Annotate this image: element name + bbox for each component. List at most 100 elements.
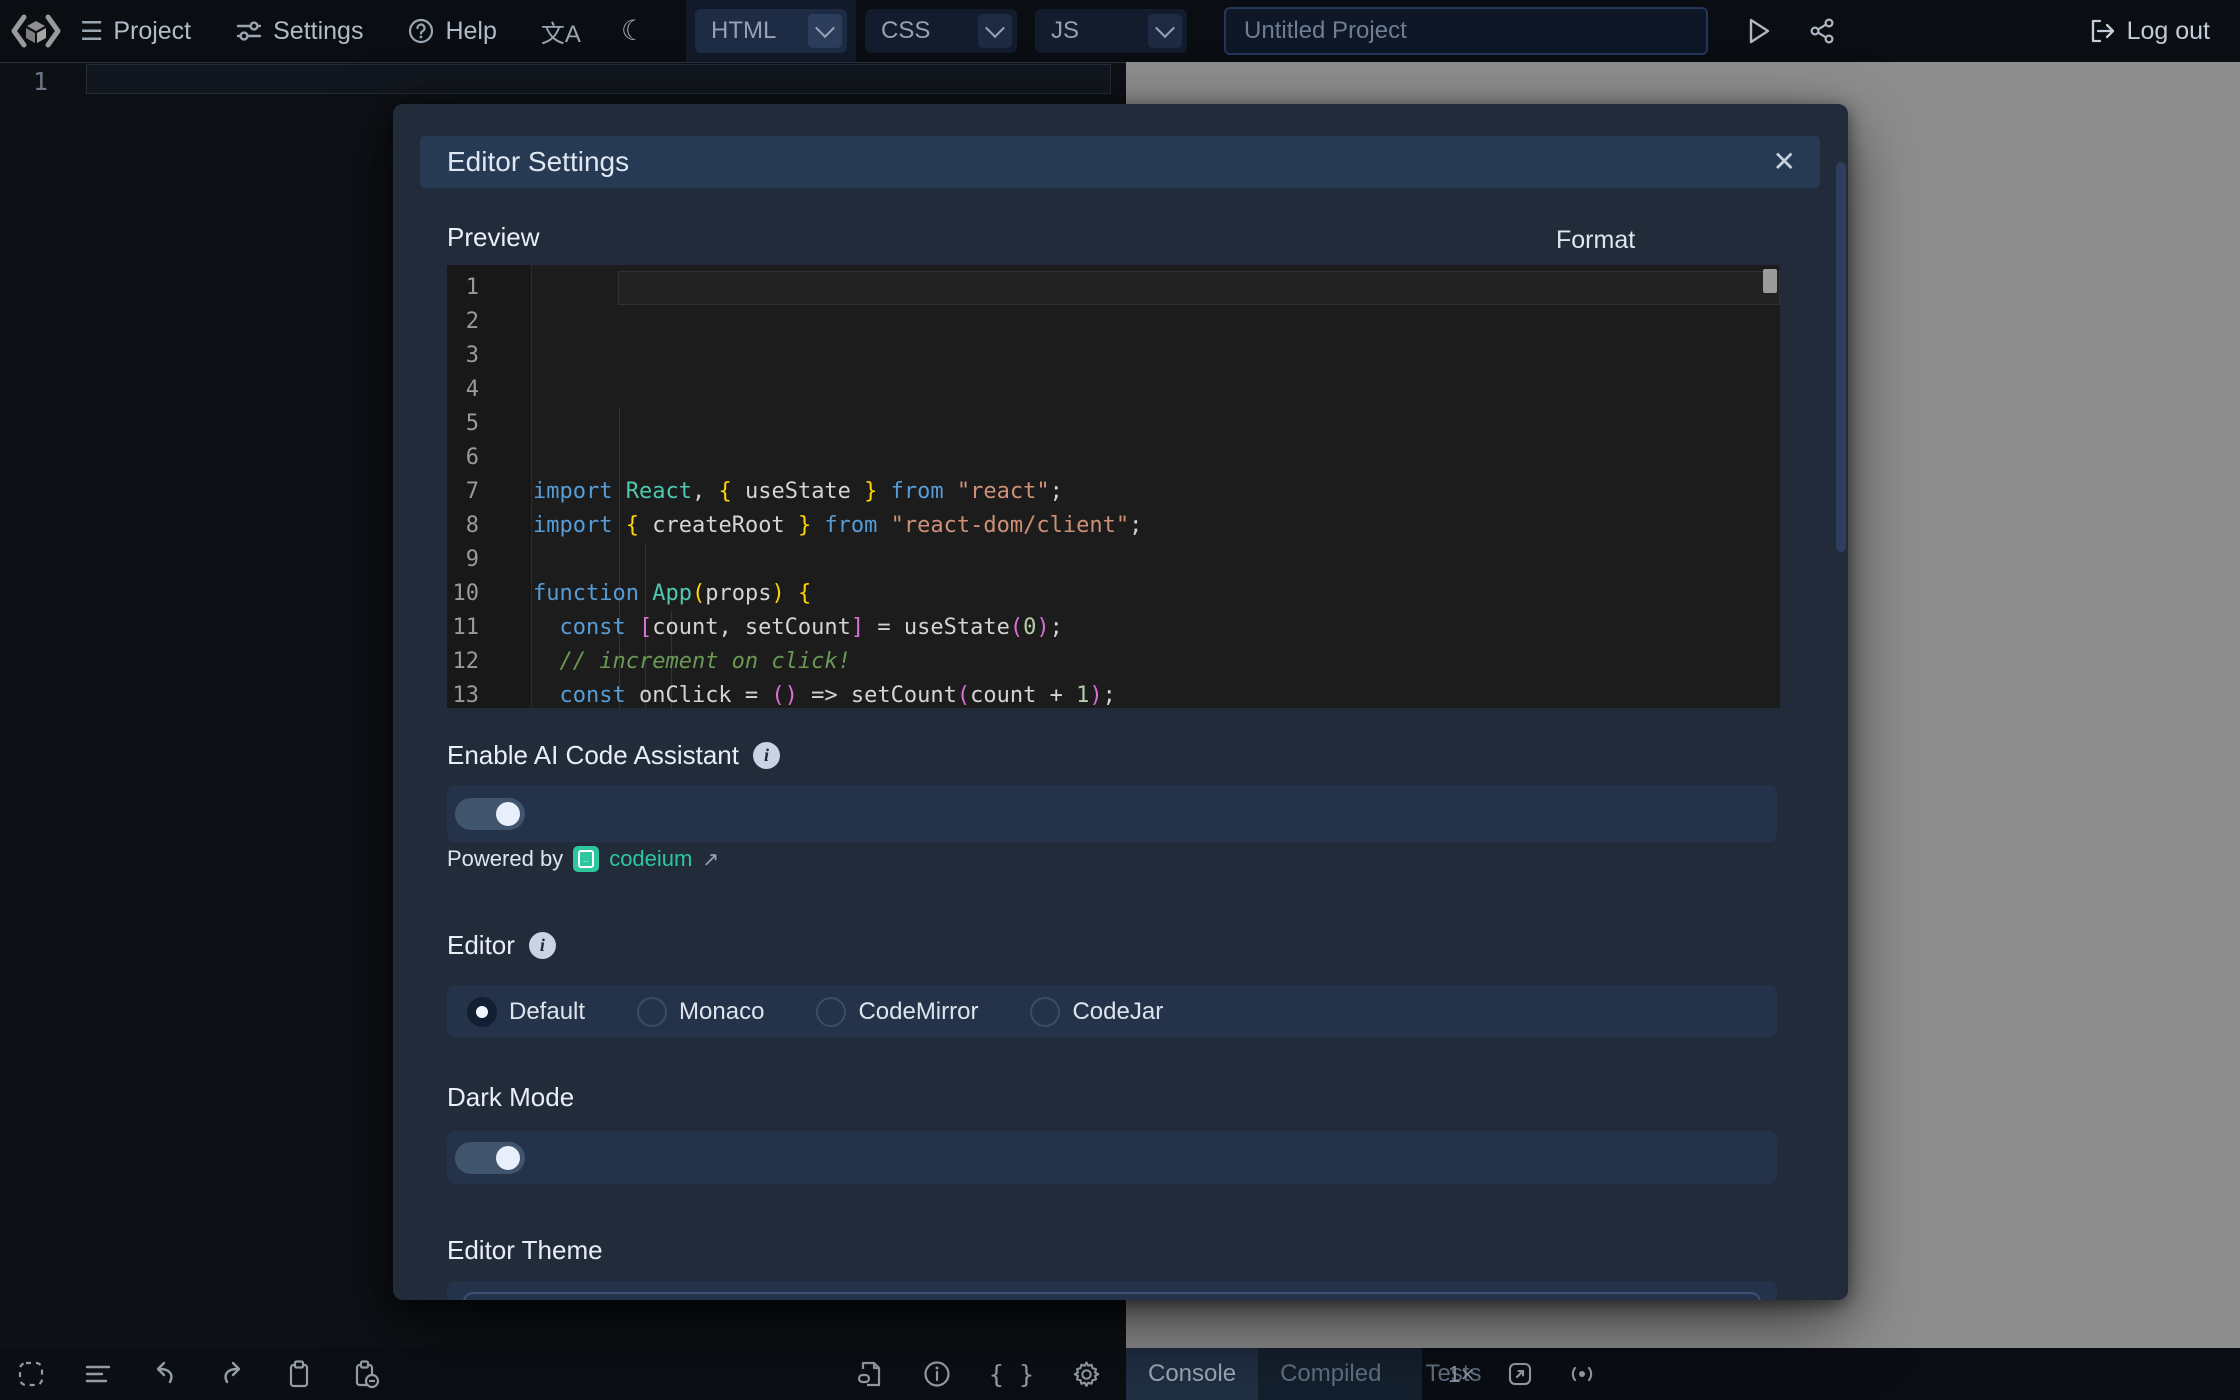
settings-menu[interactable]: Settings <box>235 17 363 46</box>
help-menu[interactable]: Help <box>407 17 496 46</box>
logout-icon <box>2089 18 2115 44</box>
tab-compiled[interactable]: Compiled <box>1258 1348 1403 1400</box>
code-line-numbers: 12345678910111213 <box>447 265 532 708</box>
radio-default[interactable]: Default <box>467 997 585 1027</box>
info-icon[interactable] <box>922 1359 952 1389</box>
code-line: const [count, setCount] = useState(0); <box>533 611 1780 645</box>
radio-monaco[interactable]: Monaco <box>637 997 764 1027</box>
format-button[interactable]: Format <box>1556 226 1635 255</box>
info-icon[interactable]: i <box>529 932 556 959</box>
braces-icon[interactable]: { } <box>989 1360 1034 1389</box>
help-menu-label: Help <box>445 17 496 46</box>
external-link-arrow-icon: ↗ <box>702 847 719 872</box>
html-tab: HTML <box>686 0 856 62</box>
chevron-down-icon[interactable] <box>808 14 842 48</box>
chevron-down-icon[interactable] <box>978 14 1012 48</box>
css-select[interactable]: CSS <box>865 9 1017 53</box>
editor-theme-select[interactable] <box>463 1292 1761 1300</box>
undo-icon[interactable] <box>150 1359 180 1389</box>
open-in-new-window-icon[interactable] <box>1506 1360 1534 1388</box>
dark-mode-row <box>447 1131 1777 1184</box>
redo-icon[interactable] <box>217 1359 247 1389</box>
project-name-input[interactable] <box>1224 7 1708 55</box>
powered-by-label: Powered by <box>447 846 563 872</box>
editor-theme-label: Editor Theme <box>447 1235 603 1266</box>
ai-assistant-toggle[interactable] <box>455 798 525 830</box>
format-code-icon[interactable] <box>83 1359 113 1389</box>
powered-by-row: Powered by ‥ codeium ↗ <box>447 846 719 872</box>
js-select[interactable]: JS <box>1035 9 1187 53</box>
radio-circle <box>1030 997 1060 1027</box>
radio-codemirror[interactable]: CodeMirror <box>816 997 978 1027</box>
code-text: import React, { useState } from "react";… <box>533 475 1780 708</box>
info-icon[interactable]: i <box>753 742 780 769</box>
code-preview[interactable]: 12345678910111213 import React, { useSta… <box>447 265 1780 708</box>
editor-theme-row <box>447 1281 1777 1300</box>
preview-section-label: Preview <box>447 222 539 253</box>
toggle-knob <box>496 802 520 826</box>
radio-circle <box>467 997 497 1027</box>
dark-mode-toggle[interactable] <box>455 1142 525 1174</box>
share-icon[interactable] <box>1808 17 1836 45</box>
code-line: import { createRoot } from "react-dom/cl… <box>533 509 1780 543</box>
html-select-value: HTML <box>711 17 776 45</box>
paste-icon[interactable] <box>351 1359 381 1389</box>
code-line: function App(props) { <box>533 577 1780 611</box>
console-toolbar: Console Compiled Tests 1× <box>1126 1348 2240 1400</box>
chevron-down-icon[interactable] <box>1148 14 1182 48</box>
live-broadcast-icon[interactable] <box>1566 1360 1598 1388</box>
moon-icon: ☾ <box>621 17 646 45</box>
editor-options-row: Default Monaco CodeMirror CodeJar <box>447 985 1777 1038</box>
tab-console[interactable]: Console <box>1126 1348 1258 1400</box>
translate-icon: 文A <box>541 14 581 49</box>
code-content: import React, { useState } from "react";… <box>532 265 1780 708</box>
modal-scrollbar-thumb[interactable] <box>1836 162 1846 552</box>
bottom-toolbar: { } Console Compiled Tests 1× <box>0 1348 2240 1400</box>
codeium-logo-icon: ‥ <box>573 846 599 872</box>
ai-assistant-label: Enable AI Code Assistant <box>447 740 739 771</box>
editor-settings-modal: Editor Settings ✕ Preview Format 1234567… <box>393 104 1848 1300</box>
console-tabs: Console Compiled Tests <box>1126 1348 1422 1400</box>
logout-label: Log out <box>2127 17 2210 46</box>
code-line: // increment on click! <box>533 645 1780 679</box>
app-logo-icon[interactable] <box>10 9 62 53</box>
logout-button[interactable]: Log out <box>2089 17 2210 46</box>
close-icon[interactable]: ✕ <box>1773 148 1796 176</box>
modal-header: Editor Settings ✕ <box>420 136 1820 188</box>
js-select-value: JS <box>1051 17 1079 45</box>
project-menu-label: Project <box>113 17 191 46</box>
editor-toolbar: { } <box>0 1348 1126 1400</box>
code-scrollbar-thumb[interactable] <box>1763 269 1777 293</box>
radio-circle <box>816 997 846 1027</box>
dark-mode-button[interactable]: ☾ <box>621 17 646 45</box>
html-select[interactable]: HTML <box>695 9 847 53</box>
sliders-icon <box>235 17 263 45</box>
line-number: 1 <box>22 67 48 96</box>
project-menu[interactable]: ☰ Project <box>80 17 191 46</box>
translate-button[interactable]: 文A <box>541 14 581 49</box>
code-line <box>533 543 1780 577</box>
radio-circle <box>637 997 667 1027</box>
file-link-icon[interactable] <box>855 1359 885 1389</box>
code-line: import React, { useState } from "react"; <box>533 475 1780 509</box>
toggle-knob <box>496 1146 520 1170</box>
ai-assistant-row <box>447 785 1777 842</box>
gear-icon[interactable] <box>1071 1359 1102 1390</box>
help-icon <box>407 17 435 45</box>
settings-menu-label: Settings <box>273 17 363 46</box>
current-line-highlight <box>86 64 1111 94</box>
css-select-value: CSS <box>881 17 930 45</box>
select-all-icon[interactable] <box>16 1359 46 1389</box>
codeium-link[interactable]: codeium <box>609 846 692 872</box>
modal-title: Editor Settings <box>447 146 629 178</box>
zoom-level[interactable]: 1× <box>1448 1361 1474 1388</box>
css-tab: CSS <box>856 0 1026 62</box>
editor-section-label: Editor <box>447 930 515 961</box>
copy-icon[interactable] <box>284 1359 314 1389</box>
top-bar: ☰ Project Settings Help 文A ☾ HTML <box>0 0 2240 62</box>
js-tab: JS <box>1026 0 1196 62</box>
radio-codejar[interactable]: CodeJar <box>1030 997 1163 1027</box>
code-line: const onClick = () => setCount(count + 1… <box>533 679 1780 708</box>
run-button[interactable] <box>1746 17 1772 45</box>
hamburger-icon: ☰ <box>80 18 103 44</box>
